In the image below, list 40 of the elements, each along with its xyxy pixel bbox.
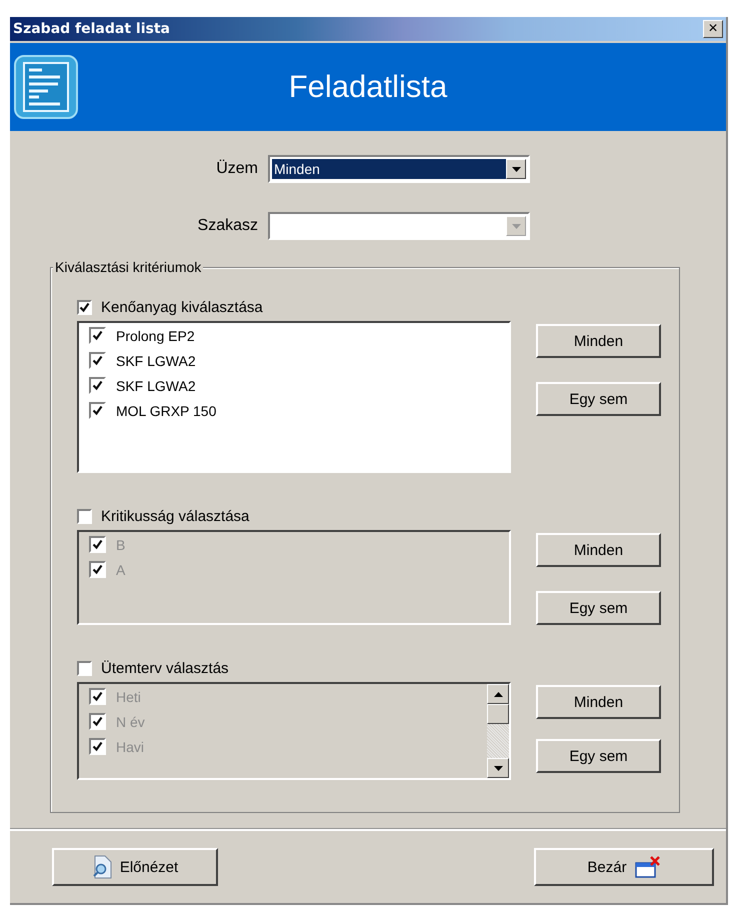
up-arrow-icon <box>494 692 502 696</box>
close-button[interactable]: Bezár <box>534 848 714 886</box>
list-item[interactable]: MOL GRXP 150 <box>116 402 216 418</box>
checkbox[interactable] <box>77 660 92 676</box>
checkbox[interactable] <box>77 300 92 314</box>
scroll-down-button[interactable] <box>487 758 509 778</box>
list-item[interactable]: Prolong EP2 <box>116 328 195 344</box>
group-legend: Kiválasztási kritériumok <box>53 259 204 275</box>
window-title: Szabad feladat lista <box>13 21 170 37</box>
checkbox-label: Kenőanyag kiválasztása <box>101 298 263 316</box>
close-button[interactable]: × <box>703 20 723 38</box>
down-arrow-icon <box>494 766 502 770</box>
button[interactable]: Egy sem <box>536 739 661 773</box>
dropdown[interactable]: Minden <box>268 155 530 183</box>
field-label: Szakasz <box>196 217 258 235</box>
scroll-thumb[interactable] <box>487 704 509 724</box>
header-title: Feladatlista <box>288 69 448 105</box>
caret-icon <box>512 166 520 172</box>
field-label: Üzem <box>215 160 258 178</box>
button[interactable]: Egy sem <box>536 591 661 625</box>
button[interactable]: Egy sem <box>536 382 661 416</box>
checkbox-label: Kritikusság választása <box>101 508 250 524</box>
preview-button[interactable]: Előnézet <box>52 848 218 886</box>
checkbox[interactable] <box>89 738 106 755</box>
list-item[interactable]: SKF LGWA2 <box>116 378 196 394</box>
checkbox[interactable] <box>89 561 106 578</box>
scroll-up-button[interactable] <box>487 684 509 704</box>
button[interactable]: Minden <box>536 533 661 567</box>
checkbox[interactable] <box>89 688 106 705</box>
document-icon <box>14 55 78 119</box>
checkbox[interactable] <box>77 508 92 524</box>
window-close-icon <box>634 856 661 878</box>
checkbox[interactable] <box>89 536 106 553</box>
magnifier-page-icon <box>92 855 112 879</box>
caret-icon <box>512 224 520 228</box>
checkbox-label: Ütemterv választás <box>101 660 229 676</box>
list-item[interactable]: SKF LGWA2 <box>116 352 196 368</box>
checkbox[interactable] <box>89 713 106 730</box>
button[interactable]: Minden <box>536 324 661 358</box>
button[interactable]: Minden <box>536 685 661 719</box>
